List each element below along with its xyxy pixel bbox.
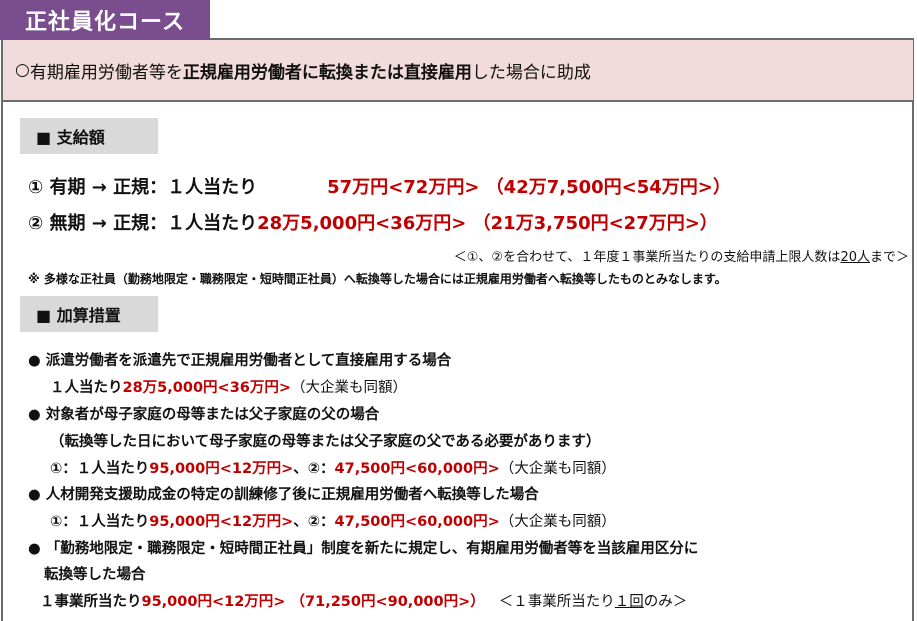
support-row-2-sme: （21万3,750円	[472, 213, 609, 234]
limit-note-pre: ＜①、②を合わせて、１年度１事業所当たりの支給申請上限人数は	[453, 250, 841, 265]
item-2-max: <12万円>	[219, 461, 294, 477]
support-row-2-amount: 28万5,000円	[257, 213, 376, 234]
addition-item-2-title: ● 対象者が母子家庭の母等または父子家庭の父の場合	[28, 407, 380, 423]
banner-text-bold: 正規雇用労働者に転換または直接雇用	[182, 62, 472, 83]
support-row-1-label: ① 有期 → 正規：１人当たり	[28, 177, 258, 198]
banner-text-post: した場合に助成	[471, 62, 591, 83]
support-row-1-amount: 57万円	[327, 177, 389, 198]
item-4-tail: ＜１事業所当たり１回のみ＞	[499, 594, 688, 610]
item-4-tail-count: １回	[614, 594, 644, 610]
support-heading: ■ 支給額	[20, 118, 158, 154]
addition-item-4-title-1: ● 「勤務地限定・職務限定・短時間正社員」制度を新たに規定し、有期雇用労働者等を…	[28, 541, 699, 557]
course-title-tab: 正社員化コース	[0, 0, 210, 40]
item-4-tail-pre: ＜１事業所当たり	[498, 594, 615, 610]
support-row-1-sme-max: <54万円>）	[621, 177, 731, 198]
item-1-max: <36万円>	[217, 380, 292, 396]
item-1-amount: 28万5,000円	[122, 380, 218, 396]
limit-note-count: 20人	[840, 250, 870, 265]
item-3-post: （大企業も同額）	[499, 514, 616, 530]
support-row-1-sme: （42万7,500円	[485, 177, 622, 198]
item-4-amount: 95,000円	[141, 594, 212, 610]
limit-note: ＜①、②を合わせて、１年度１事業所当たりの支給申請上限人数は20人まで＞	[454, 246, 909, 265]
item-2-amount: 95,000円	[149, 461, 220, 477]
addition-item-3-title: ● 人材開発支援助成金の特定の訓練修了後に正規雇用労働者へ転換等した場合	[28, 487, 539, 503]
item-4-paren: （71,250円<90,000円>）	[285, 594, 485, 610]
item-1-pre: １人当たり	[50, 380, 123, 396]
item-2-max-2: <60,000円>	[404, 461, 500, 477]
item-4-sme-max: <90,000円>）	[375, 594, 485, 610]
addition-item-4-amount: １事業所当たり95,000円<12万円> （71,250円<90,000円>） ＜…	[40, 590, 687, 611]
item-3-pre: ①：１人当たり	[50, 514, 150, 530]
item-3-mid: 、②：	[293, 514, 335, 530]
addition-item-2-amount: ①：１人当たり95,000円<12万円>、②：47,500円<60,000円>（…	[50, 457, 616, 478]
limit-note-post: まで＞	[869, 250, 909, 265]
support-row-2-paren: （21万3,750円<27万円>）	[466, 213, 718, 234]
item-2-post: （大企業も同額）	[499, 461, 616, 477]
item-2-pre: ①：１人当たり	[50, 461, 150, 477]
item-4-pre: １事業所当たり	[40, 594, 142, 610]
banner-text-pre: 有期雇用労働者等を	[29, 62, 183, 83]
item-1-post: （大企業も同額）	[291, 380, 408, 396]
support-row-2-label: ② 無期 → 正規：１人当たり	[28, 213, 258, 234]
item-4-max: <12万円>	[211, 594, 286, 610]
item-2-mid: 、②：	[293, 461, 335, 477]
support-row-2-sme-max: <27万円>）	[608, 213, 718, 234]
addition-item-3-amount: ①：１人当たり95,000円<12万円>、②：47,500円<60,000円>（…	[50, 510, 616, 531]
support-row-1-paren: （42万7,500円<54万円>）	[479, 177, 731, 198]
addition-item-4-title-2: 転換等した場合	[44, 567, 146, 583]
support-row-1: ① 有期 → 正規：１人当たり 57万円<72万円> （42万7,500円<54万…	[28, 173, 731, 199]
support-row-1-max: <72万円>	[388, 177, 480, 198]
item-3-max-2: <60,000円>	[404, 514, 500, 530]
item-2-amount-2: 47,500円	[334, 461, 405, 477]
summary-banner: ○ 有期雇用労働者等を 正規雇用労働者に転換または直接雇用 した場合に助成	[3, 40, 913, 102]
item-4-sme: （71,250円	[290, 594, 376, 610]
support-row-2: ② 無期 → 正規：１人当たり28万5,000円<36万円> （21万3,750…	[28, 209, 718, 235]
addition-item-1-amount: １人当たり28万5,000円<36万円>（大企業も同額）	[50, 376, 407, 397]
item-3-amount: 95,000円	[149, 514, 220, 530]
course-title: 正社員化コース	[25, 10, 185, 35]
addition-heading: ■ 加算措置	[20, 296, 158, 332]
addition-item-1-title: ● 派遣労働者を派遣先で正規雇用労働者として直接雇用する場合	[28, 353, 452, 369]
support-row-2-max: <36万円>	[375, 213, 467, 234]
item-3-amount-2: 47,500円	[334, 514, 405, 530]
item-4-tail-post: のみ＞	[643, 594, 688, 610]
addition-item-2-sub: （転換等した日において母子家庭の母等または父子家庭の父である必要があります）	[50, 434, 601, 450]
diverse-employee-note: ※ 多様な正社員（勤務地限定・職務限定・短時間正社員）へ転換等した場合には正規雇…	[28, 272, 727, 286]
circle-icon: ○	[15, 60, 30, 80]
item-3-max: <12万円>	[219, 514, 294, 530]
